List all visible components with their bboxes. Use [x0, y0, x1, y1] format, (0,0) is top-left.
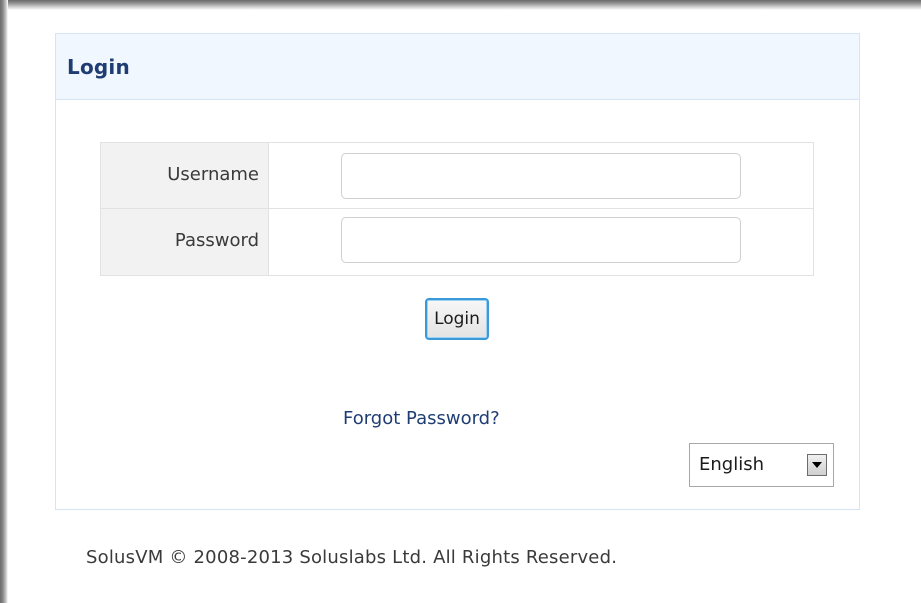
language-selected-value: English	[699, 454, 764, 475]
username-input[interactable]	[341, 153, 741, 199]
forgot-password-link[interactable]: Forgot Password?	[343, 408, 500, 429]
language-dropdown-button[interactable]	[807, 454, 827, 476]
password-label: Password	[174, 230, 259, 251]
chevron-down-icon	[812, 462, 822, 468]
window-shadow-left	[0, 0, 8, 603]
copyright-footer: SolusVM © 2008-2013 Soluslabs Ltd. All R…	[86, 547, 618, 568]
username-row: Username	[101, 143, 813, 209]
username-label: Username	[167, 164, 259, 185]
password-label-cell: Password	[101, 209, 269, 275]
page-title: Login	[67, 55, 130, 79]
window-shadow-top	[0, 0, 921, 10]
username-label-cell: Username	[101, 143, 269, 208]
language-select[interactable]: English	[689, 443, 834, 487]
login-panel-header: Login	[56, 34, 859, 100]
login-form-table: Username Password	[100, 142, 814, 276]
page: Login Username Password Login Forgot Pas…	[0, 0, 921, 603]
login-panel: Login Username Password Login Forgot Pas…	[55, 33, 860, 510]
password-input[interactable]	[341, 217, 741, 263]
login-button[interactable]: Login	[425, 298, 489, 340]
password-row: Password	[101, 209, 813, 275]
